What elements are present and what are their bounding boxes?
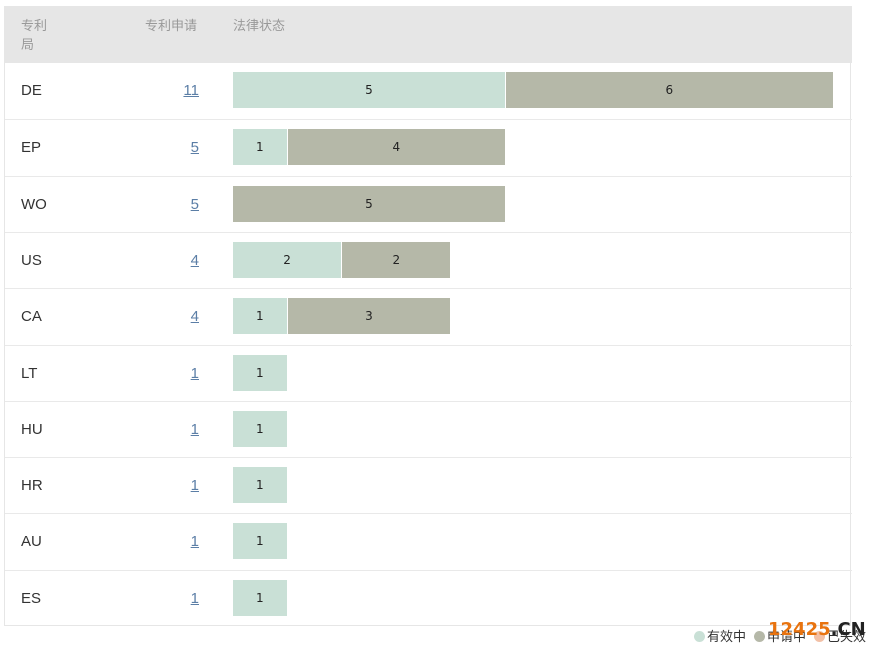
bar-segment-valid[interactable]: 1 [233,523,287,560]
bar-segment-valid[interactable]: 1 [233,354,287,391]
site-watermark: 12425.CN [768,619,866,640]
legend-dot-valid [694,631,705,642]
patent-status-table: 专利局 专利申请 法律状态 DE 11 5 6 EP 5 1 4 WO 5 5 US 4 2 2 CA 4 1 3 L… [4,6,852,626]
application-count-link[interactable]: 5 [125,120,199,175]
table-row: US 4 2 2 [5,231,852,288]
office-code: CA [21,308,42,326]
office-code: US [21,251,42,269]
table-row: CA 4 1 3 [5,288,852,344]
bar-segment-valid[interactable]: 1 [233,410,287,447]
bar-segment-pending[interactable]: 2 [342,241,451,278]
table-row: AU 1 1 [5,513,852,569]
bar-segment-valid[interactable]: 5 [233,72,505,108]
application-count-link[interactable]: 1 [125,514,199,569]
bar-segment-valid[interactable]: 1 [233,579,287,616]
bar-segment-valid[interactable]: 1 [233,129,287,166]
application-count-link[interactable]: 1 [125,571,199,626]
legend-item-valid[interactable]: 有效中 [694,628,746,646]
header-office: 专利局 [21,18,48,52]
office-code: LT [21,364,38,382]
table-header: 专利局 专利申请 法律状态 [5,6,852,63]
watermark-main: 12425 [768,619,831,640]
table-row: LT 1 1 [5,344,852,401]
table-row: ES 1 1 [5,569,852,626]
office-code: HR [21,477,43,495]
application-count-link[interactable]: 4 [125,233,199,288]
application-count-link[interactable]: 1 [125,458,199,513]
bar-segment-valid[interactable]: 1 [233,298,287,335]
office-code: ES [21,589,42,607]
header-status: 法律状态 [233,18,286,33]
legend-label-valid: 有效中 [707,629,747,644]
application-count-link[interactable]: 11 [125,63,199,118]
table-row: EP 5 1 4 [5,119,852,175]
application-count-link[interactable]: 1 [125,346,199,401]
header-count: 专利申请 [145,18,198,33]
office-code: WO [21,195,47,213]
office-code: DE [21,82,42,99]
office-code: EP [21,139,42,157]
office-code: AU [21,533,42,551]
table-row: WO 5 5 [5,175,852,232]
bar-segment-valid[interactable]: 2 [233,241,342,278]
legend-dot-pending [754,631,765,642]
office-code: HU [21,420,43,438]
table-row: DE 11 5 6 [5,63,852,119]
bar-segment-valid[interactable]: 1 [233,467,287,504]
application-count-link[interactable]: 5 [125,177,199,232]
bar-segment-pending[interactable]: 6 [506,72,833,108]
bar-segment-pending[interactable]: 3 [287,298,451,335]
watermark-suffix: .CN [830,619,866,640]
application-count-link[interactable]: 4 [125,289,199,344]
table-row: HR 1 1 [5,457,852,513]
bar-segment-pending[interactable]: 5 [233,185,505,222]
bar-segment-pending[interactable]: 4 [287,129,505,166]
application-count-link[interactable]: 1 [125,402,199,457]
table-row: HU 1 1 [5,400,852,457]
